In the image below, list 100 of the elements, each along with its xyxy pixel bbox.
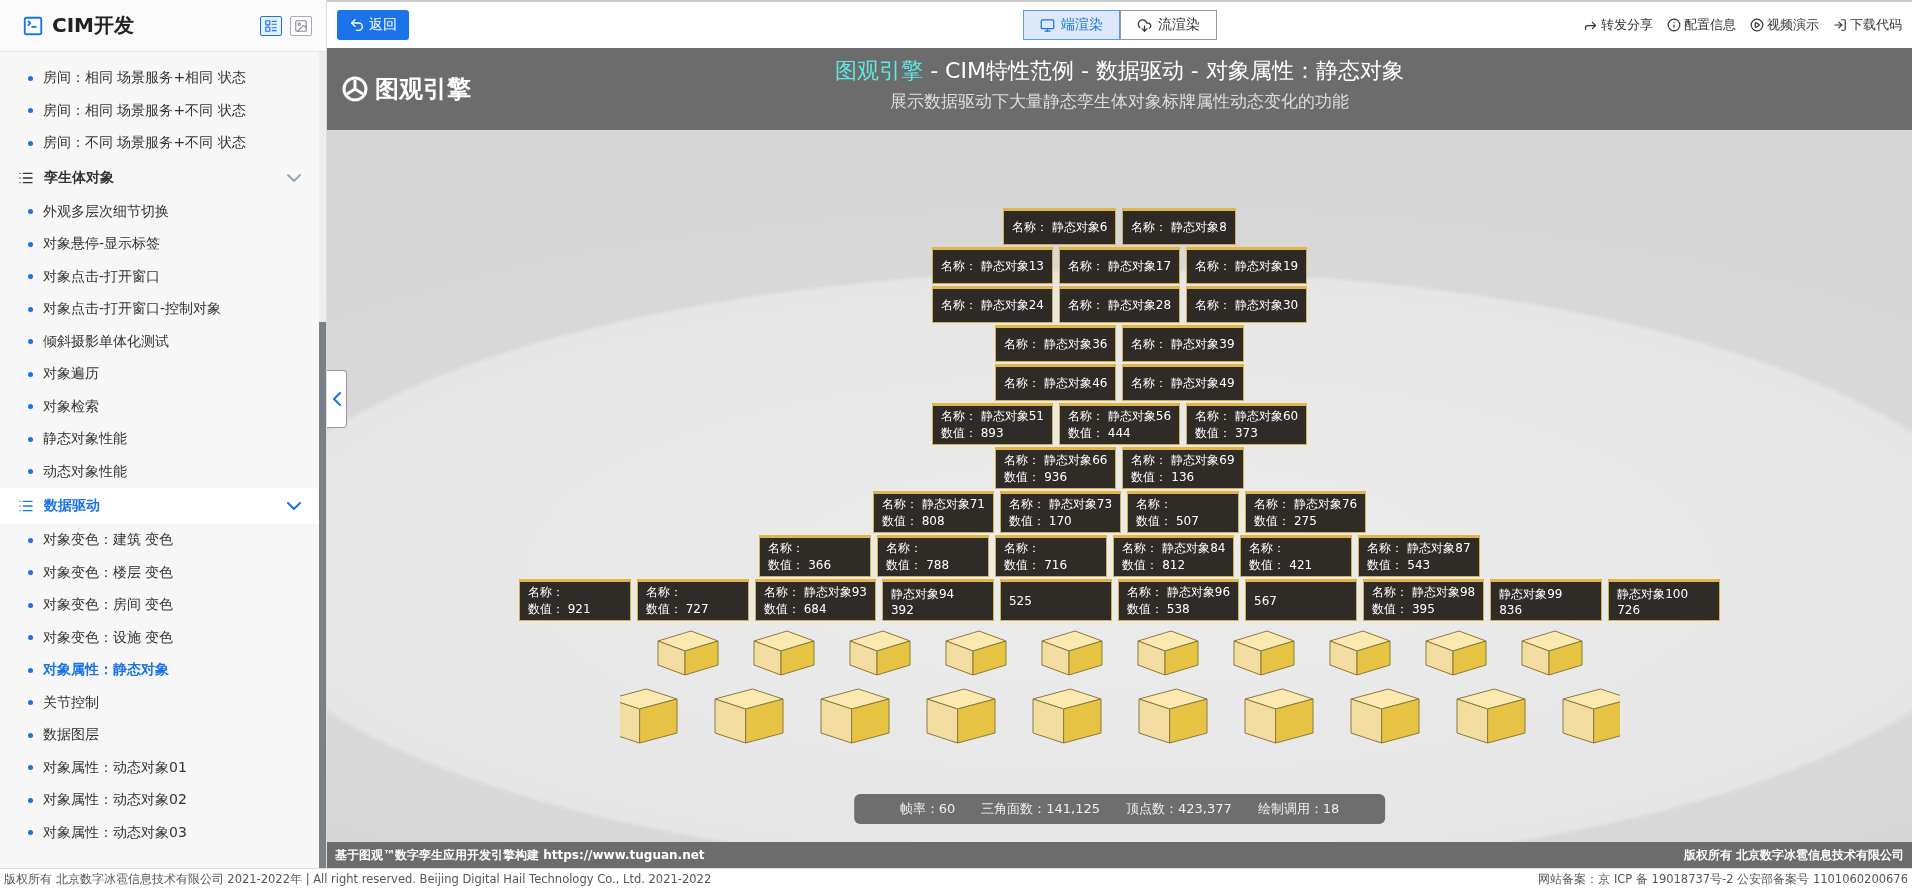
engine-credit: 基于图观™数字孪生应用开发引擎构建 https://www.tuguan.net bbox=[335, 846, 705, 864]
toolbar-link[interactable]: 转发分享 bbox=[1583, 16, 1653, 34]
object-label: 静态对象99 836 bbox=[1490, 579, 1603, 621]
sidebar-item[interactable]: 静态对象性能 bbox=[0, 423, 319, 456]
object-label: 名称： 静态对象60 数值： 373 bbox=[1186, 403, 1308, 445]
back-arrow-icon bbox=[349, 17, 365, 33]
info-icon bbox=[1667, 18, 1681, 32]
bullet-icon bbox=[28, 635, 33, 641]
bullet-icon bbox=[28, 570, 33, 576]
view-mode-button[interactable] bbox=[290, 15, 312, 36]
sidebar-item[interactable]: 数据图层 bbox=[0, 719, 319, 752]
bullet-icon bbox=[28, 306, 33, 312]
object-label: 名称： 静态对象46 bbox=[995, 364, 1117, 401]
icp-record: 网站备案：京 ICP 备 19018737号-2 公安部备案号 1101060200676 bbox=[1538, 871, 1908, 887]
stat-text: 绘制调用：18 bbox=[1257, 800, 1340, 818]
object-label: 名称： 静态对象8 bbox=[1122, 208, 1236, 245]
page-title: 图观引擎 - CIM特性范例 - 数据驱动 - 对象属性：静态对象 bbox=[835, 57, 1404, 85]
sidebar-item[interactable]: 倾斜摄影单体化测试 bbox=[0, 325, 319, 358]
logo-icon bbox=[341, 75, 369, 103]
copyright-text: 版权所有 北京数字冰雹信息技术有限公司 2021-2022年 | All right reserved. Beijing Digital Hail Technology Co., Ltd. 2021-2022 bbox=[4, 871, 712, 887]
bullet-icon bbox=[28, 830, 33, 836]
object-label: 名称： 数值： 788 bbox=[877, 535, 990, 577]
bullet-icon bbox=[28, 209, 33, 215]
toolbar-link[interactable]: 下载代码 bbox=[1833, 16, 1902, 34]
object-label: 名称： 静态对象96 数值： 538 bbox=[1117, 579, 1240, 621]
sidebar-item[interactable]: 对象属性：静态对象 bbox=[0, 654, 319, 687]
object-label: 名称： 静态对象51 数值： 893 bbox=[931, 403, 1053, 445]
copyright-text: 版权所有 北京数字冰雹信息技术有限公司 bbox=[1683, 846, 1904, 864]
object-label: 名称： 数值： 921 bbox=[518, 579, 631, 621]
bullet-icon bbox=[28, 537, 33, 543]
bullet-icon bbox=[28, 75, 33, 81]
sidebar-item[interactable]: 对象属性：动态对象01 bbox=[0, 751, 319, 784]
sidebar-item[interactable]: 对象悬停-显示标签 bbox=[0, 228, 319, 261]
sidebar-item[interactable]: 对象点击-打开窗口-控制对象 bbox=[0, 293, 319, 326]
sidebar-group[interactable]: 数据驱动 bbox=[0, 488, 319, 524]
sidebar-item[interactable]: 对象变色：楼层 变色 bbox=[0, 556, 319, 589]
object-label: 名称： 静态对象71 数值： 808 bbox=[872, 491, 994, 533]
object-label: 名称： 静态对象24 bbox=[931, 286, 1053, 323]
sidebar-title: CIM开发 bbox=[52, 12, 136, 39]
bullet-icon bbox=[28, 700, 33, 706]
object-label: 名称： 静态对象66 数值： 936 bbox=[995, 447, 1117, 489]
object-label: 567 bbox=[1245, 579, 1358, 621]
sidebar-item[interactable]: 对象点击-打开窗口 bbox=[0, 260, 319, 293]
scrollbar-thumb[interactable] bbox=[319, 322, 326, 868]
object-label: 名称： 数值： 507 bbox=[1127, 491, 1240, 533]
chevron-icon bbox=[287, 502, 301, 510]
sidebar-item[interactable]: 动态对象性能 bbox=[0, 455, 319, 488]
object-label: 名称： 静态对象30 bbox=[1186, 286, 1308, 323]
bullet-icon bbox=[28, 797, 33, 803]
sidebar-item[interactable]: 对象变色：房间 变色 bbox=[0, 589, 319, 622]
bullet-icon bbox=[28, 469, 33, 475]
render-mode-tab[interactable]: 流渲染 bbox=[1119, 10, 1217, 40]
logo-text: 图观引擎 bbox=[375, 74, 471, 105]
sidebar-item[interactable]: 外观多层次细节切换 bbox=[0, 195, 319, 228]
object-label: 名称： 静态对象84 数值： 812 bbox=[1113, 535, 1235, 577]
list-icon bbox=[18, 498, 34, 514]
sidebar-item[interactable]: 对象变色：建筑 变色 bbox=[0, 524, 319, 557]
list-view-icon bbox=[264, 18, 278, 33]
object-label: 名称： 静态对象13 bbox=[931, 247, 1053, 284]
sidebar-item[interactable]: 房间：不同 场景服务+不同 状态 bbox=[0, 127, 319, 160]
view-mode-button[interactable] bbox=[260, 15, 282, 36]
collapse-button[interactable] bbox=[327, 370, 347, 428]
image-view-icon bbox=[294, 18, 308, 33]
object-label: 名称： 数值： 716 bbox=[995, 535, 1108, 577]
sidebar-item[interactable]: 对象变色：设施 变色 bbox=[0, 621, 319, 654]
monitor-icon bbox=[1039, 17, 1055, 33]
bullet-icon bbox=[28, 602, 33, 608]
cloud-download-icon bbox=[1136, 17, 1152, 33]
toolbar-link[interactable]: 视频演示 bbox=[1750, 16, 1819, 34]
bullet-icon bbox=[28, 667, 33, 673]
object-label: 名称： 静态对象93 数值： 684 bbox=[754, 579, 876, 621]
object-label: 名称： 静态对象19 bbox=[1186, 247, 1308, 284]
toolbar-link[interactable]: 配置信息 bbox=[1667, 16, 1736, 34]
object-label: 名称： 静态对象56 数值： 444 bbox=[1058, 403, 1181, 445]
sidebar-item[interactable]: 房间：相同 场景服务+不同 状态 bbox=[0, 94, 319, 127]
sidebar-item[interactable]: 房间：相同 场景服务+相同 状态 bbox=[0, 62, 319, 95]
sidebar-item[interactable]: 对象属性：动态对象02 bbox=[0, 784, 319, 817]
bullet-icon bbox=[28, 436, 33, 442]
object-label: 名称： 静态对象69 数值： 136 bbox=[1122, 447, 1244, 489]
sidebar-item[interactable]: 关节控制 bbox=[0, 686, 319, 719]
bullet-icon bbox=[28, 765, 33, 771]
object-label: 静态对象94 392 bbox=[881, 579, 994, 621]
object-label: 525 bbox=[999, 579, 1112, 621]
chevron-icon bbox=[287, 173, 301, 182]
object-label: 名称： 数值： 421 bbox=[1240, 535, 1353, 577]
chevron-left-icon bbox=[332, 392, 341, 406]
back-button[interactable]: 返回 bbox=[337, 10, 409, 40]
object-label: 名称： 静态对象73 数值： 170 bbox=[999, 491, 1122, 533]
bullet-icon bbox=[28, 371, 33, 377]
render-mode-tab[interactable]: 端渲染 bbox=[1022, 10, 1120, 40]
sidebar-group[interactable]: 孪生体对象 bbox=[0, 159, 319, 196]
bullet-icon bbox=[28, 140, 33, 146]
sidebar-item[interactable]: 对象属性：动态对象03 bbox=[0, 816, 319, 849]
object-label: 名称： 静态对象98 数值： 395 bbox=[1363, 579, 1485, 621]
sidebar-item[interactable]: 对象检索 bbox=[0, 390, 319, 423]
bullet-icon bbox=[28, 241, 33, 247]
sidebar-item[interactable]: 对象遍历 bbox=[0, 358, 319, 391]
object-label: 名称： 静态对象36 bbox=[995, 325, 1117, 362]
bullet-icon bbox=[28, 732, 33, 738]
object-label: 名称： 数值： 366 bbox=[759, 535, 872, 577]
